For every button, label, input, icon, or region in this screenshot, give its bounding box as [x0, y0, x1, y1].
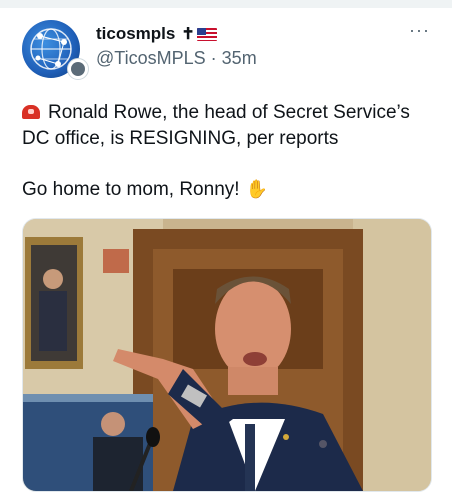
us-flag-icon [196, 27, 217, 41]
photo-man-pointing-at-hearing [23, 219, 431, 491]
more-options-button[interactable]: ··· [409, 20, 430, 41]
cross-icon: ✝ [181, 26, 195, 43]
time-separator: · [210, 48, 217, 68]
tweet-media-photo[interactable] [22, 218, 432, 492]
author-handle-row: @TicosMPLS · 35m [96, 48, 257, 69]
tweet-text: Ronald Rowe, the head of Secret Service’… [22, 100, 436, 203]
post-time[interactable]: 35m [222, 48, 257, 68]
author-name-row[interactable]: ticosmpls ✝ [96, 24, 217, 44]
tweet-line-1: Ronald Rowe, the head of Secret Service’… [22, 100, 436, 152]
cross-flag-emoji: ✝ [181, 24, 217, 44]
tweet-line-2: Go home to mom, Ronny! ✋ [22, 176, 436, 203]
police-siren-icon [22, 105, 40, 119]
author-display-name[interactable]: ticosmpls [96, 24, 175, 44]
author-handle[interactable]: @TicosMPLS [96, 48, 206, 68]
waving-hand-icon: ✋ [245, 179, 268, 199]
top-divider [0, 0, 452, 8]
tweet-line-1-text: Ronald Rowe, the head of Secret Service’… [22, 102, 410, 149]
tweet-line-2-text: Go home to mom, Ronny! [22, 179, 240, 200]
affiliate-badge-icon [67, 58, 89, 80]
